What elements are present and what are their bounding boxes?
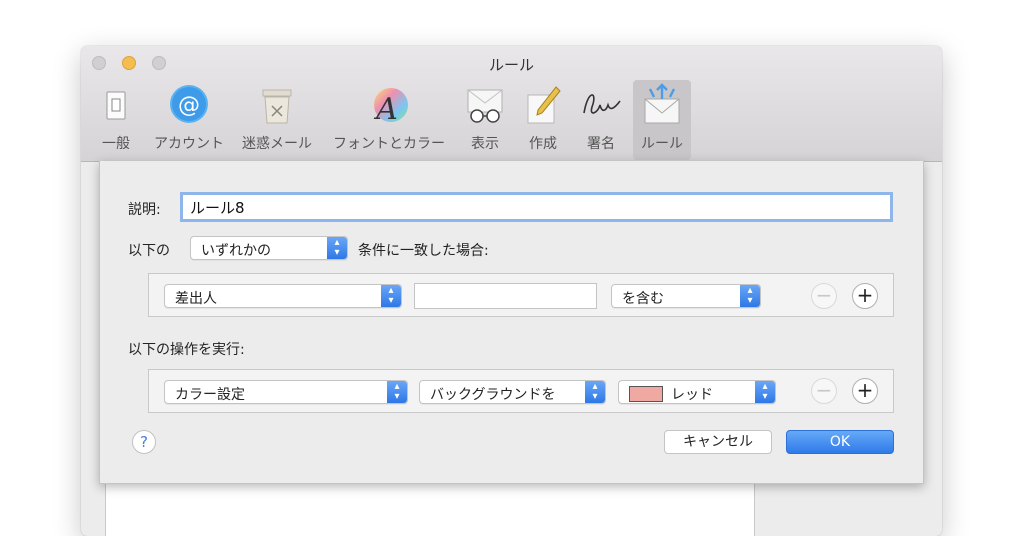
chevron-updown-icon: ▴ ▾: [381, 285, 401, 307]
action-color-popup[interactable]: レッド ▴ ▾: [618, 380, 776, 404]
cancel-button[interactable]: キャンセル: [664, 430, 772, 454]
svg-text:A: A: [373, 92, 398, 127]
condition-value-field[interactable]: [414, 283, 597, 309]
if-prefix-label: 以下の: [128, 243, 170, 259]
actions-label: 以下の操作を実行:: [128, 342, 245, 358]
window-title: ルール: [488, 56, 534, 74]
ok-button[interactable]: OK: [786, 430, 894, 454]
at-sign-icon: @: [170, 85, 208, 123]
chevron-updown-icon: ▴ ▾: [740, 285, 760, 307]
remove-action-button[interactable]: −: [811, 378, 837, 404]
junk-trash-icon: [262, 89, 292, 124]
action-type-popup[interactable]: カラー設定 ▴ ▾: [164, 380, 408, 404]
description-field[interactable]: ルール8: [180, 192, 893, 222]
toolbar-item-general[interactable]: 一般: [93, 80, 139, 160]
conditions-box: 差出人 ▴ ▾ を含む ▴ ▾ − +: [148, 273, 894, 317]
signature-icon: [583, 94, 621, 114]
pencil-icon: [527, 86, 561, 124]
toolbar-item-accounts[interactable]: @ アカウント: [147, 80, 231, 160]
chevron-updown-icon: ▴ ▾: [327, 237, 347, 259]
condition-operator-popup[interactable]: を含む ▴ ▾: [611, 284, 761, 308]
switch-icon: [106, 91, 126, 120]
toolbar-item-rules[interactable]: ルール: [633, 80, 691, 160]
condition-field-popup[interactable]: 差出人 ▴ ▾: [164, 284, 402, 308]
chevron-updown-icon: ▴ ▾: [387, 381, 407, 403]
titlebar: ルール 一般 @ アカウント 迷惑メール A フォントとカラー 表示 作成 署名: [81, 46, 942, 162]
help-button[interactable]: ?: [132, 430, 156, 454]
actions-box: カラー設定 ▴ ▾ バックグラウンドを ▴ ▾ レッド ▴ ▾ − +: [148, 369, 894, 413]
chevron-updown-icon: ▴ ▾: [585, 381, 605, 403]
remove-condition-button[interactable]: −: [811, 283, 837, 309]
rules-envelope-icon: [644, 83, 680, 124]
font-color-icon: A: [373, 88, 408, 127]
toolbar-item-fonts-colors[interactable]: A フォントとカラー: [324, 80, 454, 160]
if-suffix-label: 条件に一致した場合:: [358, 243, 489, 259]
svg-text:@: @: [178, 93, 200, 118]
toolbar-item-viewing[interactable]: 表示: [460, 80, 510, 160]
toolbar-item-composing[interactable]: 作成: [518, 80, 568, 160]
match-mode-popup[interactable]: いずれかの ▴ ▾: [190, 236, 348, 260]
toolbar-item-signatures[interactable]: 署名: [576, 80, 626, 160]
add-condition-button[interactable]: +: [852, 283, 878, 309]
description-label: 説明:: [128, 202, 161, 218]
toolbar-item-junk-mail[interactable]: 迷惑メール: [237, 80, 317, 160]
action-target-popup[interactable]: バックグラウンドを ▴ ▾: [419, 380, 606, 404]
glasses-icon: [467, 89, 503, 123]
color-swatch: [629, 386, 663, 402]
rule-edit-sheet: 説明: ルール8 以下の いずれかの ▴ ▾ 条件に一致した場合: 差出人 ▴ ▾ …: [99, 161, 924, 484]
add-action-button[interactable]: +: [852, 378, 878, 404]
chevron-updown-icon: ▴ ▾: [755, 381, 775, 403]
